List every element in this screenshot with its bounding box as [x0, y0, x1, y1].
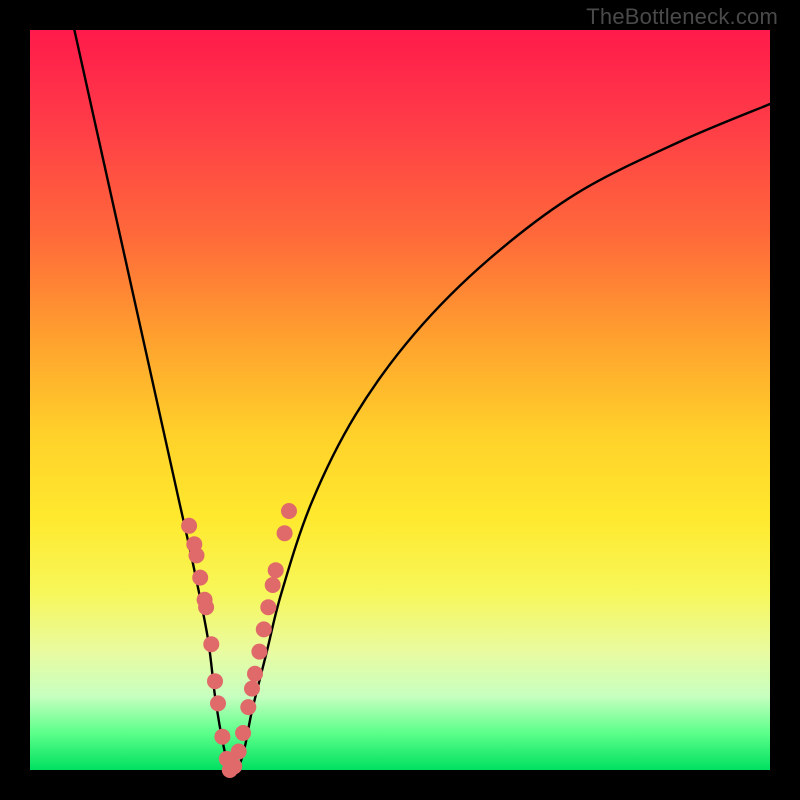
curve-marker — [207, 673, 223, 689]
chart-frame: TheBottleneck.com — [0, 0, 800, 800]
bottleneck-curve — [74, 30, 770, 773]
plot-area — [30, 30, 770, 770]
curve-marker — [251, 644, 267, 660]
curve-marker — [214, 729, 230, 745]
curve-marker — [260, 599, 276, 615]
chart-svg — [30, 30, 770, 770]
curve-markers — [181, 503, 297, 778]
curve-marker — [231, 744, 247, 760]
curve-marker — [189, 547, 205, 563]
curve-marker — [181, 518, 197, 534]
curve-marker — [240, 699, 256, 715]
curve-marker — [268, 562, 284, 578]
curve-marker — [281, 503, 297, 519]
curve-marker — [192, 570, 208, 586]
curve-marker — [277, 525, 293, 541]
curve-marker — [247, 666, 263, 682]
watermark-text: TheBottleneck.com — [586, 4, 778, 30]
curve-marker — [203, 636, 219, 652]
curve-marker — [198, 599, 214, 615]
curve-marker — [265, 577, 281, 593]
curve-marker — [256, 621, 272, 637]
curve-marker — [226, 758, 242, 774]
curve-marker — [210, 695, 226, 711]
curve-marker — [244, 681, 260, 697]
curve-marker — [235, 725, 251, 741]
